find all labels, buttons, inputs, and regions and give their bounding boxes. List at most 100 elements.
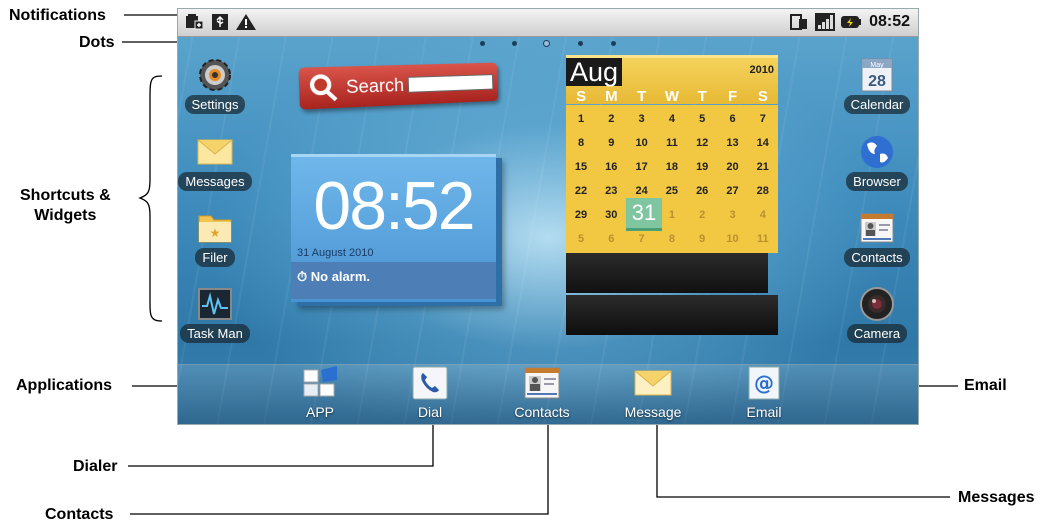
folder-icon: ★ bbox=[196, 210, 234, 246]
messages-leader bbox=[657, 417, 950, 497]
contact-card-icon bbox=[858, 210, 896, 246]
dock-label: Message bbox=[608, 404, 698, 420]
page-dot[interactable] bbox=[578, 41, 583, 46]
calendar-day[interactable]: 4 bbox=[657, 113, 687, 125]
page-dot[interactable] bbox=[480, 41, 485, 46]
weekday-label: T bbox=[687, 88, 717, 104]
calendar-day[interactable]: 26 bbox=[687, 185, 717, 197]
dock-app-button[interactable]: APP bbox=[275, 366, 365, 420]
clock-date: 31 August 2010 bbox=[297, 247, 373, 259]
calendar-day[interactable]: 13 bbox=[718, 137, 748, 149]
dots-callout: Dots bbox=[79, 34, 115, 52]
usb-icon bbox=[211, 14, 229, 30]
calendar-day[interactable]: 4 bbox=[748, 209, 778, 221]
calendar-day[interactable]: 27 bbox=[718, 185, 748, 197]
shortcut-settings[interactable]: Settings bbox=[177, 57, 255, 114]
calendar-base-upper bbox=[566, 253, 768, 293]
globe-icon bbox=[858, 134, 896, 170]
calendar-day[interactable]: 23 bbox=[596, 185, 626, 197]
shortcut-contacts[interactable]: Contacts bbox=[837, 210, 917, 267]
dialer-callout: Dialer bbox=[73, 458, 117, 476]
calendar-day[interactable]: 20 bbox=[718, 161, 748, 173]
calendar-today[interactable]: 31 bbox=[626, 198, 662, 231]
dock-message-button[interactable]: Message bbox=[608, 366, 698, 420]
calendar-day[interactable]: 11 bbox=[748, 233, 778, 245]
page-dot[interactable] bbox=[512, 41, 517, 46]
search-input[interactable] bbox=[408, 74, 494, 93]
calendar-day[interactable]: 21 bbox=[748, 161, 778, 173]
calendar-day[interactable]: 6 bbox=[718, 113, 748, 125]
calendar-day[interactable]: 8 bbox=[566, 137, 596, 149]
calendar-day[interactable]: 16 bbox=[596, 161, 626, 173]
svg-text:★: ★ bbox=[210, 226, 221, 240]
calendar-day[interactable]: 3 bbox=[627, 113, 657, 125]
calendar-day-grid: 1 2 3 4 5 6 7 8 9 10 11 12 13 14 15 16 17 18 19 20 21 22 23 24 2… bbox=[566, 105, 778, 253]
calendar-icon-month: May bbox=[870, 62, 884, 69]
calendar-day[interactable]: 25 bbox=[657, 185, 687, 197]
alarm-status[interactable]: ⏱ No alarm. bbox=[291, 262, 496, 299]
shortcut-label: Browser bbox=[846, 172, 908, 191]
shortcut-label: Task Man bbox=[180, 324, 250, 343]
page-dot-current[interactable] bbox=[543, 40, 550, 47]
dock-email-button[interactable]: @ Email bbox=[719, 366, 809, 420]
calendar-day[interactable]: 5 bbox=[566, 233, 596, 245]
calendar-day[interactable]: 15 bbox=[566, 161, 596, 173]
calendar-day[interactable]: 22 bbox=[566, 185, 596, 197]
at-sign-icon: @ bbox=[745, 366, 783, 400]
shortcut-filer[interactable]: ★ Filer bbox=[177, 210, 255, 267]
contact-card-icon bbox=[523, 366, 561, 400]
calendar-day[interactable]: 11 bbox=[657, 137, 687, 149]
dock-dial-button[interactable]: Dial bbox=[385, 366, 475, 420]
calendar-icon: May 28 bbox=[858, 57, 896, 93]
magnifier-icon bbox=[305, 71, 340, 105]
clock-widget[interactable]: 08:52 31 August 2010 ⏱ No alarm. bbox=[291, 154, 496, 302]
dock-contacts-button[interactable]: Contacts bbox=[497, 366, 587, 420]
alarm-text: No alarm. bbox=[311, 269, 370, 284]
calendar-day[interactable]: 9 bbox=[687, 233, 717, 245]
calendar-day[interactable]: 12 bbox=[687, 137, 717, 149]
calendar-day[interactable]: 14 bbox=[748, 137, 778, 149]
calendar-day[interactable]: 2 bbox=[596, 113, 626, 125]
shortcuts-callout-line2: Widgets bbox=[20, 206, 111, 226]
shortcut-calendar[interactable]: May 28 Calendar bbox=[837, 57, 917, 114]
calendar-day[interactable]: 24 bbox=[627, 185, 657, 197]
screen-rotate-icon bbox=[790, 14, 808, 30]
calendar-day[interactable]: 8 bbox=[657, 233, 687, 245]
status-bar[interactable]: 08:52 bbox=[178, 9, 918, 37]
calendar-day[interactable]: 19 bbox=[687, 161, 717, 173]
dock-label: Email bbox=[719, 404, 809, 420]
shortcut-label: Settings bbox=[185, 95, 246, 114]
shortcut-label: Calendar bbox=[844, 95, 911, 114]
calendar-day[interactable]: 3 bbox=[718, 209, 748, 221]
calendar-day[interactable]: 29 bbox=[566, 209, 596, 221]
calendar-day[interactable]: 17 bbox=[627, 161, 657, 173]
shortcut-task-manager[interactable]: Task Man bbox=[177, 286, 255, 343]
calendar-day[interactable]: 2 bbox=[687, 209, 717, 221]
battery-icon bbox=[841, 14, 861, 30]
calendar-day[interactable]: 5 bbox=[687, 113, 717, 125]
calendar-day[interactable]: 10 bbox=[718, 233, 748, 245]
calendar-day[interactable]: 9 bbox=[596, 137, 626, 149]
calendar-widget[interactable]: Aug 2010 S M T W T F S 1 2 3 4 5 6 7 8 9 10 11 12 13… bbox=[566, 55, 778, 335]
shortcut-camera[interactable]: Camera bbox=[837, 286, 917, 343]
calendar-day[interactable]: 30 bbox=[596, 209, 626, 221]
calendar-day[interactable]: 10 bbox=[627, 137, 657, 149]
contacts-callout: Contacts bbox=[45, 506, 113, 524]
status-bar-time: 08:52 bbox=[869, 13, 910, 31]
shortcut-messages[interactable]: Messages bbox=[177, 134, 255, 191]
page-indicator-dots[interactable] bbox=[178, 39, 918, 49]
calendar-year: 2010 bbox=[750, 64, 774, 76]
warning-icon bbox=[236, 14, 256, 30]
shortcut-label: Messages bbox=[178, 172, 251, 191]
shortcut-browser[interactable]: Browser bbox=[837, 134, 917, 191]
calendar-day[interactable]: 7 bbox=[627, 233, 657, 245]
calendar-day[interactable]: 7 bbox=[748, 113, 778, 125]
page-dot[interactable] bbox=[611, 41, 616, 46]
calendar-day[interactable]: 1 bbox=[566, 113, 596, 125]
calendar-day[interactable]: 28 bbox=[748, 185, 778, 197]
calendar-header: Aug 2010 S M T W T F S bbox=[566, 55, 778, 104]
shortcuts-callout-line1: Shortcuts & bbox=[20, 186, 111, 206]
calendar-day[interactable]: 6 bbox=[596, 233, 626, 245]
calendar-day[interactable]: 18 bbox=[657, 161, 687, 173]
weekday-label: S bbox=[566, 88, 596, 104]
